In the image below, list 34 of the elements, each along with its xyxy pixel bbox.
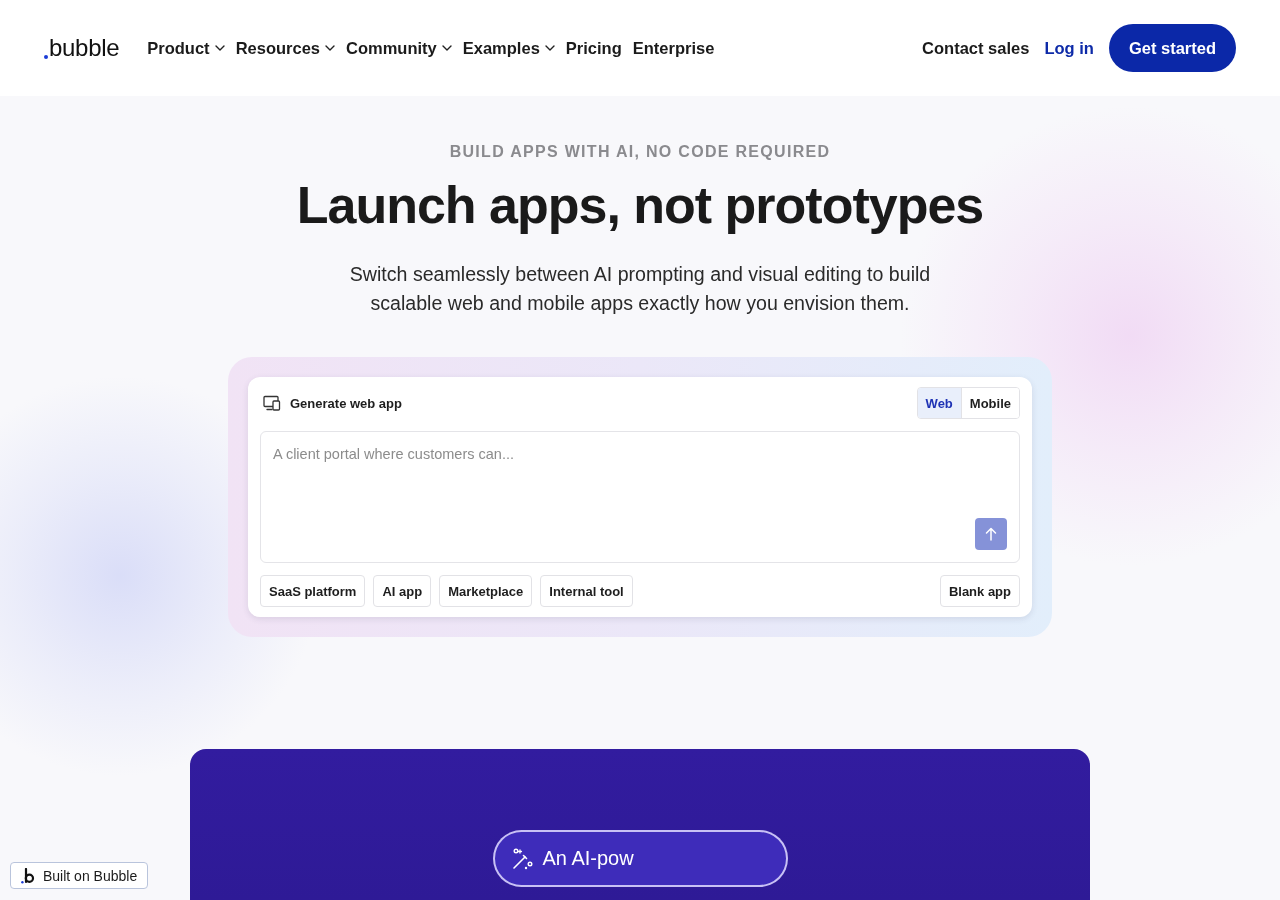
mode-tab[interactable]: Web [917,388,962,418]
template-chip[interactable]: SaaS platform [260,575,366,607]
chevron-down-icon [441,45,452,51]
devices-icon [263,395,281,411]
prompt-field[interactable]: A client portal where customers can... [260,431,1020,563]
ai-prompt-pill[interactable]: An AI-pow [492,830,788,887]
template-chip[interactable]: Marketplace [439,575,533,607]
template-chip[interactable]: Internal tool [540,575,633,607]
magic-wand-icon [510,846,535,871]
dot-icon [44,55,48,59]
send-button[interactable] [975,518,1007,550]
nav-link[interactable]: Pricing [565,38,622,58]
nav-link[interactable]: Resources [235,38,335,58]
arrow-up-icon [985,527,997,541]
pill-text: An AI-pow [542,847,634,870]
login-link[interactable]: Log in [1044,38,1094,58]
chevron-down-icon [214,45,225,51]
eyebrow-text: BUILD APPS WITH AI, NO CODE REQUIRED [449,142,831,162]
logo-link[interactable]: bubble [44,36,120,60]
generator-title: Generate web app [290,395,402,411]
hero-subtitle: Switch seamlessly between AI prompting and visual editing to build scalable web and mobile apps exactly how you envision them. [348,262,932,316]
hero-title: Launch apps, not prototypes [296,175,984,235]
template-chip[interactable]: AI app [373,575,432,607]
chevron-down-icon [544,45,555,51]
nav-link[interactable]: Community [346,38,452,58]
get-started-button[interactable]: Get started [1108,24,1236,72]
nav-link[interactable]: Product [147,38,225,58]
built-on-badge[interactable]: Built on Bubble [10,862,149,889]
nav-link[interactable]: Examples [462,38,555,58]
logo-icon [21,867,35,884]
contact-sales-link[interactable]: Contact sales [922,38,1030,58]
nav-link[interactable]: Enterprise [632,38,715,58]
blank-app-button[interactable]: Blank app [939,575,1020,607]
chevron-down-icon [325,45,335,51]
